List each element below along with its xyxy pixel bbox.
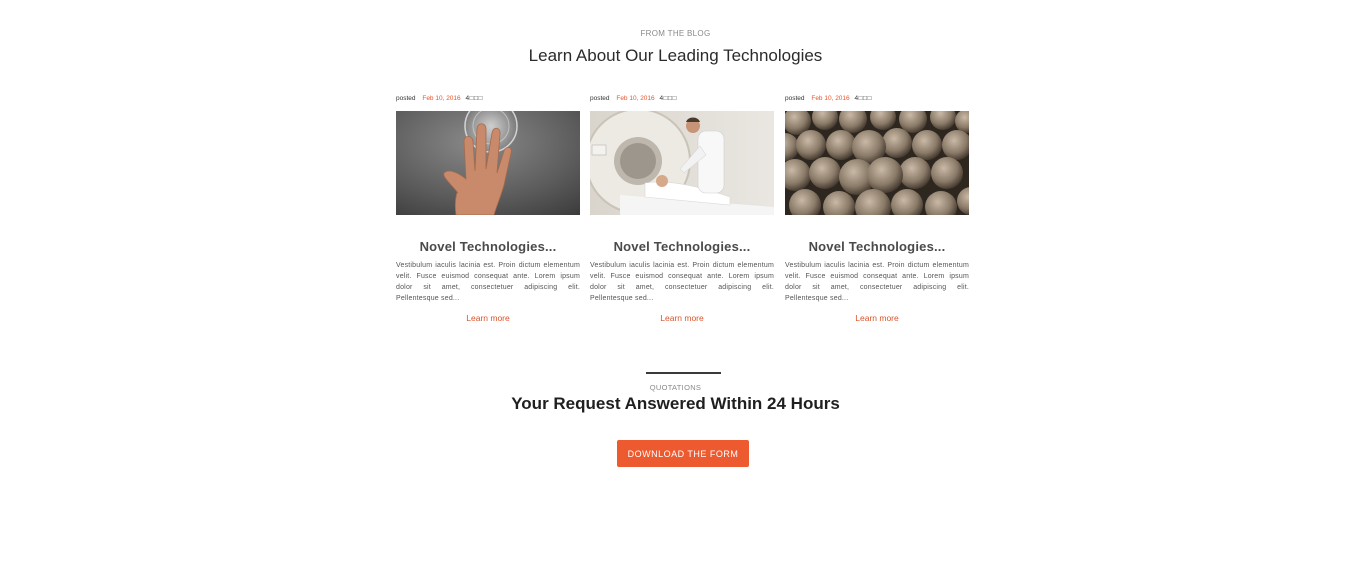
- post-date[interactable]: Feb 10, 2016: [616, 95, 654, 102]
- posted-label: posted: [785, 95, 805, 102]
- post-image-cells[interactable]: [785, 111, 969, 215]
- blog-card: posted Feb 10, 2016 4□□□ Novel Technolog…: [785, 94, 970, 334]
- post-title[interactable]: Novel Technologies...: [785, 239, 969, 254]
- learn-more-link[interactable]: Learn more: [396, 313, 580, 323]
- quotations-eyebrow: QUOTATIONS: [649, 383, 702, 392]
- download-form-button[interactable]: DOWNLOAD THE FORM: [617, 440, 749, 467]
- post-excerpt: Vestibulum iaculis lacinia est. Proin di…: [785, 262, 969, 302]
- post-excerpt: Vestibulum iaculis lacinia est. Proin di…: [396, 262, 580, 302]
- comment-icon: □□□: [469, 95, 483, 102]
- learn-more-link[interactable]: Learn more: [785, 313, 969, 323]
- post-meta: posted Feb 10, 2016 4□□□: [785, 94, 970, 104]
- post-excerpt: Vestibulum iaculis lacinia est. Proin di…: [590, 262, 774, 302]
- comment-icon: □□□: [858, 95, 872, 102]
- blog-cards: posted Feb 10, 2016 4□□□ Novel Technolog…: [396, 94, 971, 334]
- blog-title: Learn About Our Leading Technologies: [528, 46, 823, 65]
- blog-card: posted Feb 10, 2016 4□□□ Novel Technolog…: [396, 94, 581, 334]
- section-divider: [646, 372, 721, 374]
- post-title[interactable]: Novel Technologies...: [396, 239, 580, 254]
- quotations-title: Your Request Answered Within 24 Hours: [511, 394, 840, 413]
- post-date[interactable]: Feb 10, 2016: [422, 95, 460, 102]
- post-image-mri[interactable]: [590, 111, 774, 215]
- blog-card: posted Feb 10, 2016 4□□□ Novel Technolog…: [590, 94, 775, 334]
- posted-label: posted: [396, 95, 416, 102]
- post-image-hand[interactable]: [396, 111, 580, 215]
- post-title[interactable]: Novel Technologies...: [590, 239, 774, 254]
- post-meta: posted Feb 10, 2016 4□□□: [590, 94, 775, 104]
- post-date[interactable]: Feb 10, 2016: [811, 95, 849, 102]
- learn-more-link[interactable]: Learn more: [590, 313, 774, 323]
- comment-icon: □□□: [663, 95, 677, 102]
- post-meta: posted Feb 10, 2016 4□□□: [396, 94, 581, 104]
- posted-label: posted: [590, 95, 610, 102]
- blog-eyebrow: FROM THE BLOG: [640, 29, 711, 38]
